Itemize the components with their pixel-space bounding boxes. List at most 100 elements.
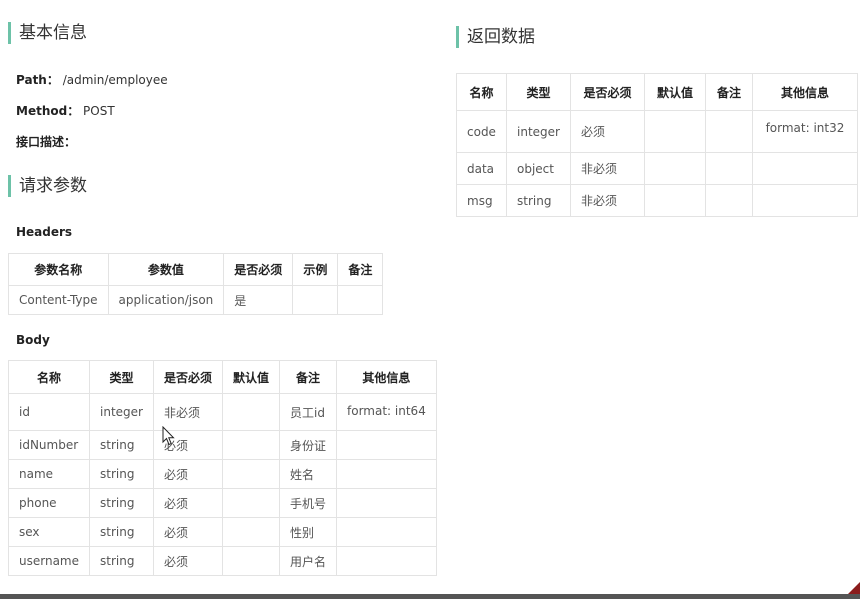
body-col-name: 名称 bbox=[8, 360, 90, 394]
table-cell: 员工id bbox=[278, 393, 338, 431]
request-params-title-text: 请求参数 bbox=[19, 176, 87, 196]
body-table: 名称 类型 是否必须 默认值 备注 其他信息 id integer 非必须 员工… bbox=[8, 360, 437, 576]
table-cell: string bbox=[89, 546, 154, 576]
table-cell: integer bbox=[506, 110, 571, 153]
corner-marker bbox=[848, 582, 860, 594]
table-cell: integer bbox=[89, 393, 154, 431]
table-cell: 身份证 bbox=[278, 430, 338, 460]
table-cell: application/json bbox=[107, 285, 225, 315]
headers-table: 参数名称 参数值 是否必须 示例 备注 Content-Type applica… bbox=[8, 253, 384, 315]
table-cell: username bbox=[8, 546, 90, 576]
table-row: msg string 非必须 bbox=[456, 184, 858, 217]
table-cell bbox=[643, 110, 706, 153]
mouse-cursor-icon bbox=[162, 426, 175, 446]
headers-col-param-name: 参数名称 bbox=[8, 253, 109, 286]
headers-col-remark: 备注 bbox=[337, 253, 384, 286]
table-cell bbox=[336, 430, 437, 460]
table-cell bbox=[292, 285, 339, 315]
table-cell: id bbox=[8, 393, 90, 431]
table-cell bbox=[643, 152, 706, 185]
table-cell bbox=[643, 184, 706, 217]
response-col-other-info: 其他信息 bbox=[751, 73, 858, 111]
table-cell: name bbox=[8, 459, 90, 489]
response-data-title-text: 返回数据 bbox=[467, 27, 535, 47]
body-col-default: 默认值 bbox=[221, 360, 281, 394]
basic-info-title-text: 基本信息 bbox=[19, 23, 87, 43]
table-cell: 非必须 bbox=[569, 152, 645, 185]
response-table-header: 名称 类型 是否必须 默认值 备注 其他信息 bbox=[456, 73, 858, 111]
response-col-remark: 备注 bbox=[704, 73, 753, 111]
table-cell: sex bbox=[8, 517, 90, 547]
table-cell: string bbox=[89, 459, 154, 489]
response-table: 名称 类型 是否必须 默认值 备注 其他信息 code integer 必须 f… bbox=[456, 73, 858, 217]
basic-info-title: 基本信息 bbox=[8, 22, 87, 44]
table-cell: format: int64 bbox=[336, 393, 437, 431]
table-cell bbox=[336, 517, 437, 547]
response-col-required: 是否必须 bbox=[569, 73, 645, 111]
table-row: id integer 非必须 员工id format: int64 bbox=[8, 393, 437, 431]
table-cell bbox=[221, 517, 281, 547]
table-cell: idNumber bbox=[8, 430, 90, 460]
table-cell: 必须 bbox=[569, 110, 645, 153]
table-cell: 是 bbox=[223, 285, 294, 315]
table-cell bbox=[337, 285, 384, 315]
table-cell bbox=[336, 459, 437, 489]
bottom-bar bbox=[0, 594, 860, 599]
table-cell bbox=[704, 110, 753, 153]
table-cell bbox=[751, 184, 858, 217]
headers-col-required: 是否必须 bbox=[223, 253, 294, 286]
description-label: 接口描述： bbox=[16, 135, 77, 149]
method-row: Method： POST bbox=[16, 102, 115, 119]
table-cell: 用户名 bbox=[278, 546, 338, 576]
table-cell: string bbox=[89, 488, 154, 518]
headers-label: Headers bbox=[16, 225, 73, 239]
headers-col-example: 示例 bbox=[292, 253, 339, 286]
table-row: code integer 必须 format: int32 bbox=[456, 110, 858, 153]
body-label: Body bbox=[16, 333, 50, 347]
table-cell: string bbox=[89, 517, 154, 547]
headers-table-header: 参数名称 参数值 是否必须 示例 备注 bbox=[8, 253, 384, 286]
table-cell bbox=[336, 488, 437, 518]
description-row: 接口描述： bbox=[16, 133, 76, 150]
body-table-header: 名称 类型 是否必须 默认值 备注 其他信息 bbox=[8, 360, 437, 394]
path-row: Path： /admin/employee bbox=[16, 71, 168, 88]
table-cell: 必须 bbox=[152, 517, 223, 547]
table-cell: string bbox=[506, 184, 571, 217]
method-value: POST bbox=[83, 104, 115, 118]
table-cell: 性别 bbox=[278, 517, 338, 547]
table-row: name string 必须 姓名 bbox=[8, 459, 437, 489]
table-cell bbox=[221, 430, 281, 460]
table-cell bbox=[751, 152, 858, 185]
table-cell: 必须 bbox=[152, 546, 223, 576]
table-cell bbox=[221, 546, 281, 576]
table-row: data object 非必须 bbox=[456, 152, 858, 185]
table-cell: 必须 bbox=[152, 488, 223, 518]
table-cell bbox=[221, 393, 281, 431]
body-col-required: 是否必须 bbox=[152, 360, 223, 394]
table-cell bbox=[704, 152, 753, 185]
response-col-default: 默认值 bbox=[643, 73, 706, 111]
table-cell: Content-Type bbox=[8, 285, 109, 315]
response-col-type: 类型 bbox=[506, 73, 571, 111]
table-cell: 非必须 bbox=[569, 184, 645, 217]
headers-col-param-value: 参数值 bbox=[107, 253, 225, 286]
response-col-name: 名称 bbox=[456, 73, 507, 111]
path-value: /admin/employee bbox=[62, 73, 168, 87]
table-cell: string bbox=[89, 430, 154, 460]
body-col-type: 类型 bbox=[89, 360, 154, 394]
table-cell bbox=[704, 184, 753, 217]
table-cell: object bbox=[506, 152, 571, 185]
table-cell: phone bbox=[8, 488, 90, 518]
body-col-remark: 备注 bbox=[278, 360, 338, 394]
table-cell: code bbox=[456, 110, 507, 153]
body-col-other-info: 其他信息 bbox=[336, 360, 437, 394]
table-row: phone string 必须 手机号 bbox=[8, 488, 437, 518]
path-label: Path： bbox=[16, 73, 59, 87]
table-cell: 姓名 bbox=[278, 459, 338, 489]
table-cell: 非必须 bbox=[152, 393, 223, 431]
table-cell bbox=[336, 546, 437, 576]
method-label: Method： bbox=[16, 104, 80, 118]
table-row: idNumber string 必须 身份证 bbox=[8, 430, 437, 460]
table-cell: format: int32 bbox=[751, 110, 858, 153]
request-params-title: 请求参数 bbox=[8, 175, 87, 197]
